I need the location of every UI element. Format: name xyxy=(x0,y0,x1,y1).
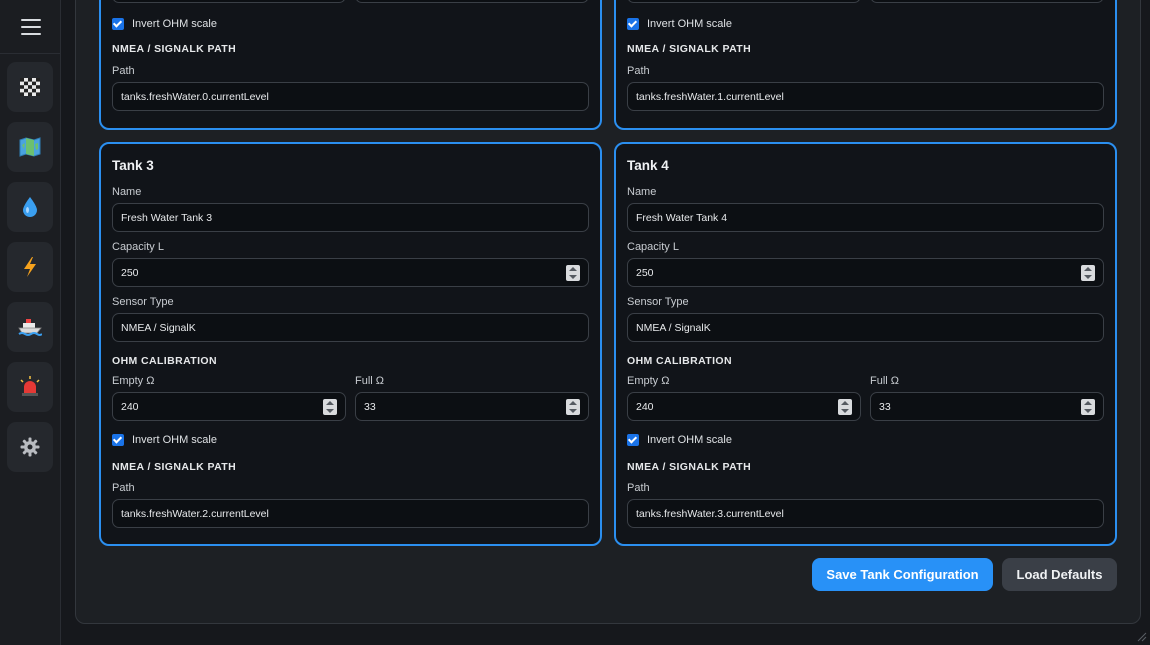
save-tank-configuration-button[interactable]: Save Tank Configuration xyxy=(812,558,993,591)
map-icon xyxy=(19,137,41,157)
spinner-icon[interactable] xyxy=(566,399,580,415)
invert-ohm-label: Invert OHM scale xyxy=(132,18,217,30)
sensor-type-label: Sensor Type xyxy=(112,296,174,308)
invert-ohm-label: Invert OHM scale xyxy=(132,434,217,446)
water-drop-icon xyxy=(22,196,38,218)
checkbox-checked-icon[interactable] xyxy=(112,434,124,446)
empty-ohm-input[interactable]: 240 xyxy=(112,392,346,421)
capacity-value: 250 xyxy=(636,266,654,279)
tank-card-4: Tank 4 Name Fresh Water Tank 4 Capacity … xyxy=(614,142,1117,546)
tank-card-1: Invert OHM scale NMEA / SIGNALK PATH Pat… xyxy=(99,0,602,130)
empty-ohm-value: 240 xyxy=(121,400,139,413)
full-ohm-input[interactable]: 33 xyxy=(355,392,589,421)
invert-ohm-checkbox[interactable]: Invert OHM scale xyxy=(627,433,732,447)
path-input[interactable]: tanks.freshWater.0.currentLevel xyxy=(112,82,589,111)
invert-ohm-label: Invert OHM scale xyxy=(647,434,732,446)
spinner-icon[interactable] xyxy=(1081,265,1095,281)
invert-ohm-checkbox[interactable]: Invert OHM scale xyxy=(112,433,217,447)
checkbox-checked-icon[interactable] xyxy=(627,434,639,446)
boat-icon xyxy=(18,317,42,337)
empty-ohm-label: Empty Ω xyxy=(627,375,670,387)
gear-icon xyxy=(20,437,40,457)
path-label: Path xyxy=(112,482,135,494)
nav-item-race[interactable] xyxy=(7,62,53,112)
checkbox-checked-icon[interactable] xyxy=(627,18,639,30)
path-label: Path xyxy=(627,65,650,77)
tank-card-3: Tank 3 Name Fresh Water Tank 3 Capacity … xyxy=(99,142,602,546)
capacity-value: 250 xyxy=(121,266,139,279)
full-ohm-input[interactable] xyxy=(870,0,1104,3)
path-input[interactable]: tanks.freshWater.2.currentLevel xyxy=(112,499,589,528)
path-section-title: NMEA / SIGNALK PATH xyxy=(627,43,752,55)
full-ohm-label: Full Ω xyxy=(355,375,385,387)
full-ohm-value: 33 xyxy=(879,400,891,413)
hamburger-menu-icon xyxy=(20,18,41,35)
nav-item-power[interactable] xyxy=(7,242,53,292)
path-label: Path xyxy=(627,482,650,494)
ohm-section-title: OHM CALIBRATION xyxy=(112,355,217,367)
name-label: Name xyxy=(627,186,657,198)
empty-ohm-input[interactable] xyxy=(112,0,346,3)
nav-item-alarms[interactable] xyxy=(7,362,53,412)
invert-ohm-label: Invert OHM scale xyxy=(647,18,732,30)
empty-ohm-input[interactable] xyxy=(627,0,861,3)
load-defaults-button[interactable]: Load Defaults xyxy=(1002,558,1117,591)
sensor-type-select[interactable]: NMEA / SignalK xyxy=(627,313,1104,342)
path-section-title: NMEA / SIGNALK PATH xyxy=(627,461,752,473)
checkbox-checked-icon[interactable] xyxy=(112,18,124,30)
tank-title: Tank 3 xyxy=(112,158,154,173)
tank-card-2: Invert OHM scale NMEA / SIGNALK PATH Pat… xyxy=(614,0,1117,130)
nav-item-vessel[interactable] xyxy=(7,302,53,352)
spinner-icon[interactable] xyxy=(323,399,337,415)
path-label: Path xyxy=(112,65,135,77)
menu-button[interactable] xyxy=(0,0,61,54)
full-ohm-value: 33 xyxy=(364,400,376,413)
capacity-label: Capacity L xyxy=(627,241,679,253)
empty-ohm-label: Empty Ω xyxy=(112,375,155,387)
full-ohm-label: Full Ω xyxy=(870,375,900,387)
path-input[interactable]: tanks.freshWater.1.currentLevel xyxy=(627,82,1104,111)
full-ohm-input[interactable] xyxy=(355,0,589,3)
checkered-flag-icon xyxy=(20,78,40,96)
tank-title: Tank 4 xyxy=(627,158,669,173)
name-input[interactable]: Fresh Water Tank 3 xyxy=(112,203,589,232)
nav-item-map[interactable] xyxy=(7,122,53,172)
invert-ohm-checkbox[interactable]: Invert OHM scale xyxy=(627,17,732,31)
spinner-icon[interactable] xyxy=(838,399,852,415)
capacity-label: Capacity L xyxy=(112,241,164,253)
empty-ohm-input[interactable]: 240 xyxy=(627,392,861,421)
capacity-input[interactable]: 250 xyxy=(112,258,589,287)
nav-item-tanks[interactable] xyxy=(7,182,53,232)
path-section-title: NMEA / SIGNALK PATH xyxy=(112,461,237,473)
nav-item-settings[interactable] xyxy=(7,422,53,472)
sensor-type-select[interactable]: NMEA / SignalK xyxy=(112,313,589,342)
lightning-icon xyxy=(22,256,38,278)
capacity-input[interactable]: 250 xyxy=(627,258,1104,287)
empty-ohm-value: 240 xyxy=(636,400,654,413)
name-input[interactable]: Fresh Water Tank 4 xyxy=(627,203,1104,232)
sensor-type-label: Sensor Type xyxy=(627,296,689,308)
path-input[interactable]: tanks.freshWater.3.currentLevel xyxy=(627,499,1104,528)
ohm-section-title: OHM CALIBRATION xyxy=(627,355,732,367)
resize-grip-icon[interactable] xyxy=(1137,632,1147,642)
sidebar xyxy=(0,0,61,645)
spinner-icon[interactable] xyxy=(1081,399,1095,415)
name-label: Name xyxy=(112,186,142,198)
invert-ohm-checkbox[interactable]: Invert OHM scale xyxy=(112,17,217,31)
path-section-title: NMEA / SIGNALK PATH xyxy=(112,43,237,55)
alarm-light-icon xyxy=(19,376,41,398)
full-ohm-input[interactable]: 33 xyxy=(870,392,1104,421)
spinner-icon[interactable] xyxy=(566,265,580,281)
